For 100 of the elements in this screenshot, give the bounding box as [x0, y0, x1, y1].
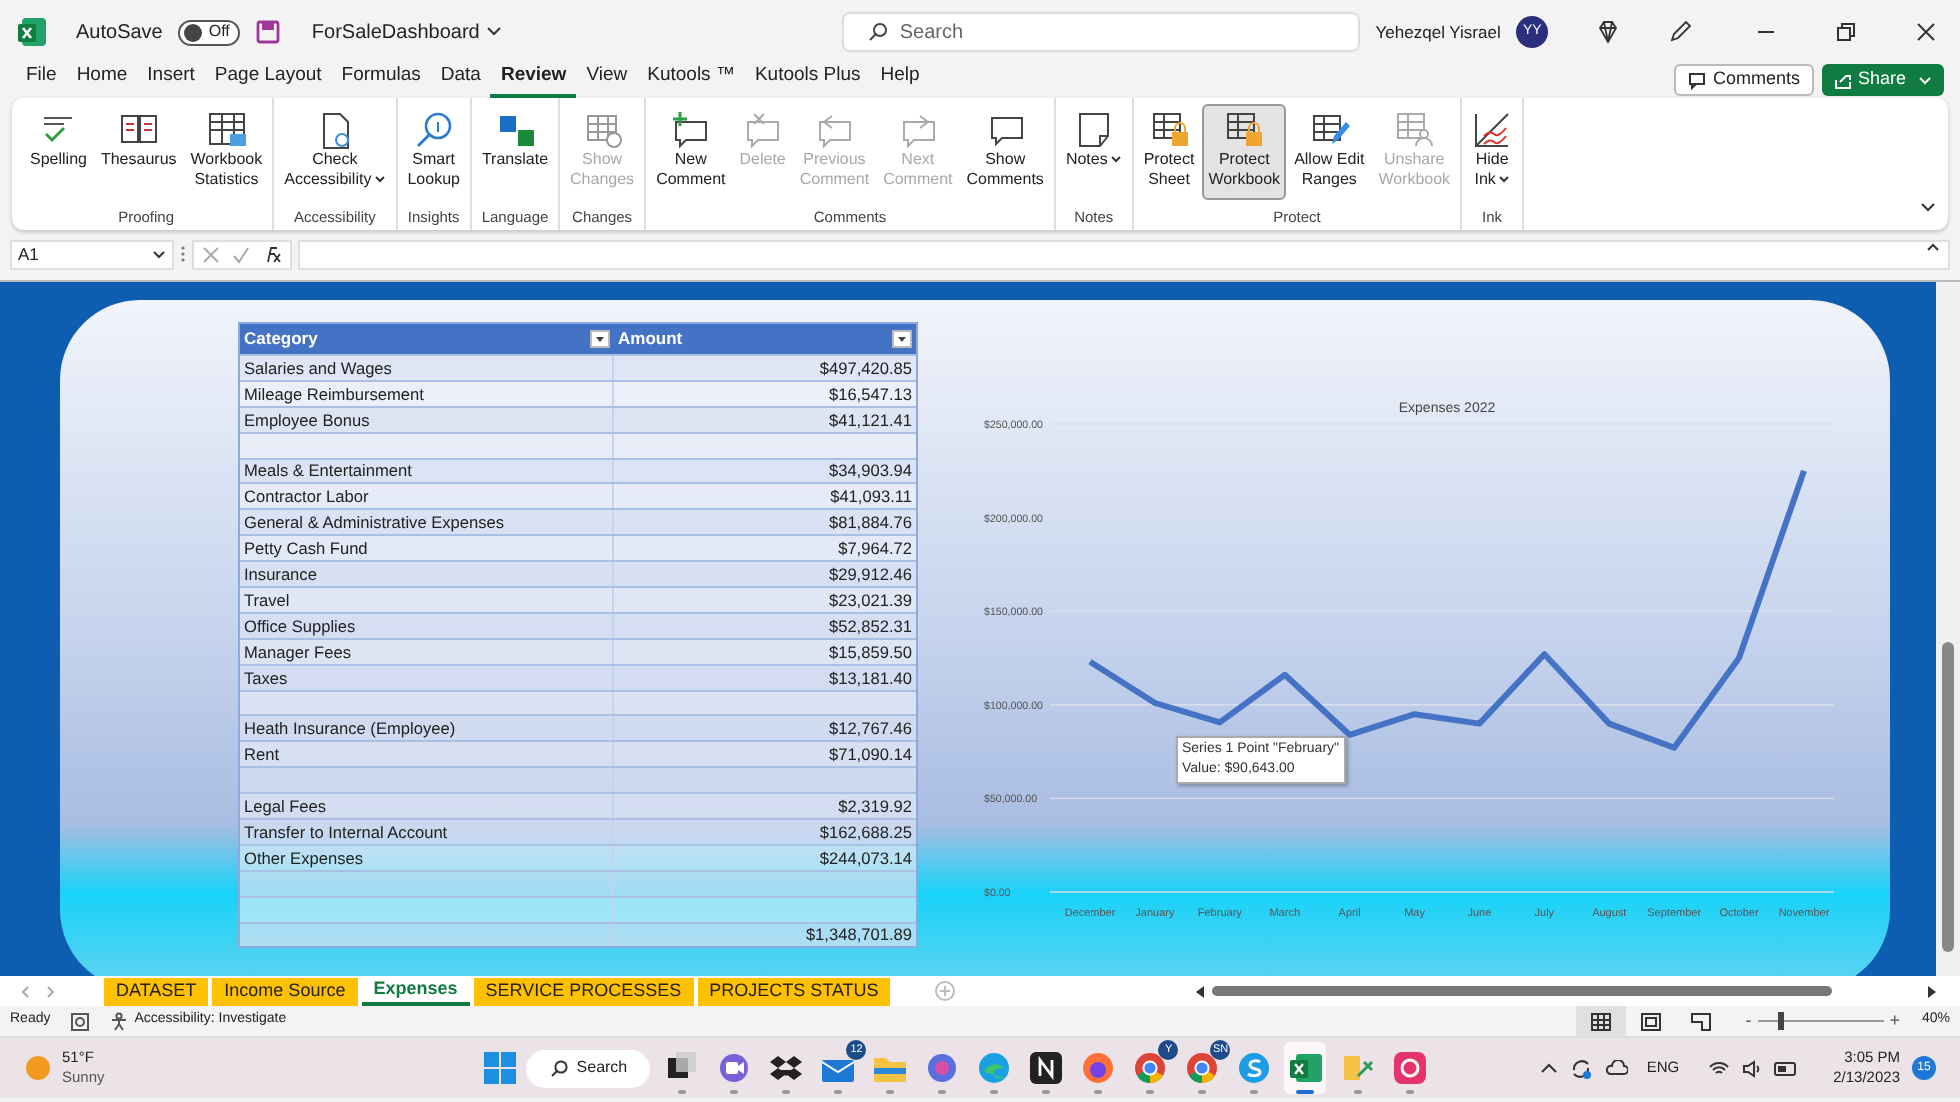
close-icon[interactable] [1916, 22, 1936, 42]
sync-icon[interactable] [1570, 1057, 1593, 1079]
chat-icon [715, 1050, 752, 1086]
sheet-tab[interactable]: SERVICE PROCESSES [473, 977, 694, 1005]
table-cell: Taxes [244, 667, 288, 690]
start-icon[interactable] [484, 1052, 517, 1084]
table-cell: $23,021.39 [828, 589, 912, 612]
ribbon-button[interactable]: Show Comments [960, 104, 1050, 200]
zoom-in-button[interactable]: + [1889, 1007, 1900, 1035]
scroll-left-icon[interactable] [1196, 985, 1206, 997]
notes-app-icon [1027, 1050, 1064, 1086]
menu-tab[interactable]: Home [66, 61, 138, 98]
menu-tab[interactable]: Kutools ™ [637, 61, 745, 98]
total-cell: $1,348,701.89 [805, 924, 912, 947]
formula-input[interactable] [298, 239, 1950, 269]
menu-tab[interactable]: File [16, 61, 67, 98]
battery-icon[interactable] [1773, 1061, 1798, 1075]
filter-dropdown-icon[interactable] [590, 330, 610, 348]
zoom-out-button[interactable]: - [1745, 1007, 1752, 1035]
sheet-tab[interactable]: Income Source [212, 977, 358, 1005]
menu-tab[interactable]: Help [870, 61, 930, 98]
chat-app-icon [1235, 1050, 1272, 1086]
share-button[interactable]: Share [1821, 64, 1944, 96]
ribbon-icon [1394, 110, 1435, 150]
ribbon-button[interactable]: Spelling [24, 104, 93, 200]
ribbon-icon [413, 110, 454, 150]
table-cell: $34,903.94 [828, 460, 912, 483]
ribbon-button[interactable]: Translate [475, 104, 555, 200]
ribbon-button[interactable]: Notes [1059, 104, 1128, 200]
ribbon-button[interactable]: Protect Sheet [1137, 104, 1201, 200]
horizontal-scrollbar[interactable] [1196, 983, 1936, 999]
menu-tab[interactable]: Insert [137, 61, 205, 98]
table-cell: Legal Fees [244, 796, 327, 819]
menu-tab[interactable]: View [576, 61, 638, 98]
ribbon-icon [1149, 110, 1190, 150]
pen-icon[interactable] [1668, 20, 1692, 44]
table-cell: $15,859.50 [828, 641, 912, 664]
ribbon-button[interactable]: Workbook Statistics [184, 104, 269, 200]
grip-icon [180, 244, 186, 264]
autosave-toggle[interactable]: Off [178, 19, 240, 45]
wifi-icon[interactable] [1707, 1059, 1730, 1077]
menu-tab[interactable]: Page Layout [204, 61, 332, 98]
menu-tab[interactable]: Kutools Plus [744, 61, 871, 98]
chevron-down-icon [373, 176, 386, 184]
table-cell: $244,073.14 [819, 847, 912, 870]
chevron-up-icon[interactable] [1926, 241, 1940, 251]
ribbon-button[interactable]: Check Accessibility [278, 104, 392, 200]
table-cell: Manager Fees [244, 641, 351, 664]
name-box[interactable]: A1 [10, 239, 174, 269]
table-cell: $497,420.85 [819, 357, 912, 380]
file-name-dropdown[interactable]: ForSaleDashboard [311, 17, 502, 47]
table-cell: Meals & Entertainment [244, 460, 412, 483]
ribbon-icon [670, 110, 711, 150]
page-break-icon [1689, 1011, 1712, 1031]
ribbon-button[interactable]: Hide Ink [1466, 104, 1519, 200]
filter-dropdown-icon[interactable] [892, 330, 912, 348]
ribbon-button[interactable]: New Comment [650, 104, 732, 200]
table-cell: $71,090.14 [828, 744, 912, 767]
ribbon-button[interactable]: Thesaurus [94, 104, 183, 200]
excel-logo-icon [16, 16, 48, 48]
diamond-icon[interactable] [1596, 20, 1620, 44]
scroll-right-icon[interactable] [1926, 985, 1936, 997]
ribbon-button[interactable]: Protect Workbook [1202, 104, 1287, 200]
cloud-icon[interactable] [1604, 1060, 1629, 1076]
table-cell: Travel [244, 589, 290, 612]
table-cell: Transfer to Internal Account [244, 821, 448, 844]
restore-icon[interactable] [1836, 22, 1856, 42]
volume-icon[interactable] [1741, 1059, 1762, 1077]
ribbon-button[interactable]: Allow Edit Ranges [1288, 104, 1371, 200]
table-cell: Other Expenses [244, 847, 363, 870]
chevron-up-icon[interactable] [1540, 1062, 1559, 1074]
ribbon-button[interactable]: Smart Lookup [401, 104, 466, 200]
column-header[interactable]: Amount [614, 324, 916, 354]
sheet-tab[interactable]: Expenses [361, 977, 470, 1005]
normal-view-button[interactable] [1575, 1006, 1626, 1036]
tools-icon [1339, 1050, 1376, 1086]
taskbar-search[interactable]: Search [526, 1049, 651, 1087]
save-icon[interactable] [255, 20, 280, 44]
search-icon [550, 1059, 569, 1077]
chevron-down-icon [1109, 156, 1122, 164]
macro-record-icon[interactable] [70, 1011, 91, 1031]
sheet-tab[interactable]: PROJECTS STATUS [697, 977, 891, 1005]
table-cell: $2,319.92 [838, 796, 912, 819]
comments-button[interactable]: Comments [1674, 64, 1814, 96]
ribbon-icon [1472, 110, 1513, 150]
collapse-ribbon-icon[interactable] [1920, 202, 1936, 214]
column-header[interactable]: Category [240, 324, 614, 354]
vertical-scrollbar[interactable] [1936, 282, 1960, 976]
ribbon-icon [814, 110, 855, 150]
box-icon [767, 1050, 804, 1086]
table-cell: $7,964.72 [838, 538, 912, 561]
search-field[interactable]: Search [841, 12, 1360, 52]
sheet-tab[interactable]: DATASET [104, 977, 209, 1005]
function-icon[interactable] [262, 244, 282, 264]
table-cell: Insurance [244, 564, 317, 587]
menu-tab[interactable]: Formulas [331, 61, 431, 98]
table-cell: Salaries and Wages [244, 357, 392, 380]
menu-tab[interactable]: Data [430, 61, 491, 98]
table-cell: $52,852.31 [828, 615, 912, 638]
table-cell: Office Supplies [244, 615, 356, 638]
